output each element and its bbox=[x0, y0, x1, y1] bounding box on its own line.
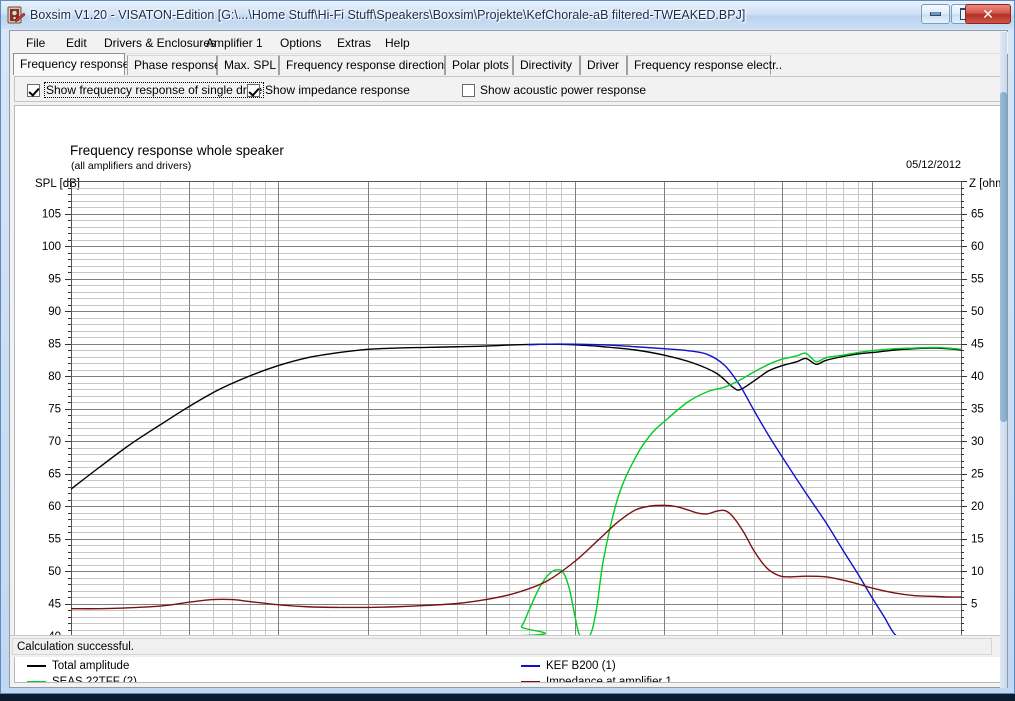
menu-item-options[interactable]: Options bbox=[275, 35, 326, 51]
y-tick-right: 55 bbox=[971, 274, 984, 286]
status-field: Calculation successful. bbox=[12, 638, 992, 655]
close-button[interactable]: ✕ bbox=[965, 4, 1011, 24]
y-tick-left: 55 bbox=[48, 534, 61, 546]
y-tick-left: 80 bbox=[48, 371, 61, 383]
boxsim-app-icon bbox=[7, 6, 25, 24]
axis-ticks bbox=[65, 181, 967, 641]
series-line-3 bbox=[71, 504, 961, 610]
y-tick-left: 100 bbox=[42, 241, 61, 253]
tab-max-spl[interactable]: Max. SPL bbox=[217, 55, 279, 75]
y-tick-left: 105 bbox=[42, 209, 61, 221]
menu-bar: File Edit Drivers & Enclosures Amplifier 1O… bbox=[11, 32, 1008, 54]
checkbox-0-checked[interactable] bbox=[27, 83, 40, 97]
minimize-icon bbox=[922, 5, 949, 23]
checkbox-row-2[interactable]: Show acoustic power response bbox=[462, 82, 646, 98]
menu-item-amplifier-1[interactable]: Amplifier 1 bbox=[201, 35, 268, 51]
grid-minor bbox=[71, 181, 961, 636]
checkbox-2-unchecked[interactable] bbox=[462, 83, 475, 97]
y-tick-right: 45 bbox=[971, 339, 984, 351]
y-tick-right: 10 bbox=[971, 566, 984, 578]
y-tick-left: 50 bbox=[48, 566, 61, 578]
y-tick-left: 60 bbox=[48, 501, 61, 513]
grid-major bbox=[71, 181, 962, 637]
tab-phase-response[interactable]: Phase response bbox=[127, 55, 221, 75]
tab-directivity[interactable]: Directivity bbox=[513, 55, 580, 75]
y-tick-right: 35 bbox=[971, 404, 984, 416]
y-tick-right: 60 bbox=[971, 241, 984, 253]
display-options-panel: Show frequency response of single drive S… bbox=[14, 76, 1004, 102]
menu-item-file[interactable]: File bbox=[21, 35, 50, 51]
y-tick-left: 65 bbox=[48, 469, 61, 481]
title-bar[interactable]: Boxsim V1.20 - VISATON-Edition [G:\...\H… bbox=[1, 1, 1014, 29]
y-tick-right: 50 bbox=[971, 306, 984, 318]
y-tick-right: 20 bbox=[971, 501, 984, 513]
checkbox-1-checked[interactable] bbox=[247, 83, 260, 97]
y-tick-left: 45 bbox=[48, 599, 61, 611]
minimize-button[interactable] bbox=[921, 4, 950, 24]
tab-strip: Frequency response. Phase response Max. SP… bbox=[11, 53, 1008, 75]
y-tick-right: 15 bbox=[971, 534, 984, 546]
y-tick-left: 70 bbox=[48, 436, 61, 448]
y-tick-right: 25 bbox=[971, 469, 984, 481]
y-tick-left: 75 bbox=[48, 404, 61, 416]
y-tick-right: 40 bbox=[971, 371, 984, 383]
y-tick-right: 30 bbox=[971, 436, 984, 448]
axis-tick-labels: 40 45 50 55 60 65 70 75 80 85 90 95 100 105 5 10 15 20 25 3… bbox=[42, 209, 984, 659]
close-icon: ✕ bbox=[982, 6, 994, 22]
tab-polar-plots[interactable]: Polar plots bbox=[445, 55, 513, 75]
status-bar: Calculation successful. bbox=[10, 635, 1007, 657]
y-tick-left: 90 bbox=[48, 306, 61, 318]
application-window: Boxsim V1.20 - VISATON-Edition [G:\...\H… bbox=[0, 0, 1015, 694]
window-title: Boxsim V1.20 - VISATON-Edition [G:\...\H… bbox=[30, 8, 746, 22]
status-message: Calculation successful. bbox=[17, 641, 134, 653]
frequency-response-chart: 40 45 50 55 60 65 70 75 80 85 90 95 100 105 5 10 15 20 25 3… bbox=[42, 181, 984, 659]
menu-item-extras[interactable]: Extras bbox=[332, 35, 376, 51]
vertical-scrollbar[interactable] bbox=[1000, 32, 1007, 688]
checkbox-label-1: Show impedance response bbox=[265, 83, 410, 97]
y-tick-right: 65 bbox=[971, 209, 984, 221]
data-series bbox=[71, 343, 961, 636]
checkbox-label-0: Show frequency response of single drive bbox=[43, 82, 265, 98]
checkbox-row-0[interactable]: Show frequency response of single drive bbox=[27, 82, 265, 98]
plot-panel[interactable]: Frequency response whole speaker (all am… bbox=[14, 105, 1004, 683]
client-area: File Edit Drivers & Enclosures Amplifier 1O… bbox=[9, 30, 1008, 688]
checkbox-label-2: Show acoustic power response bbox=[480, 83, 647, 97]
tab-frequency-response-electr[interactable]: Frequency response electr.. bbox=[627, 55, 782, 75]
tab-frequency-response[interactable]: Frequency response. bbox=[13, 53, 133, 75]
y-tick-left: 95 bbox=[48, 274, 61, 286]
checkbox-row-1[interactable]: Show impedance response bbox=[247, 82, 410, 98]
menu-item-edit[interactable]: Edit bbox=[61, 35, 92, 51]
y-tick-right: 5 bbox=[971, 599, 977, 611]
tab-frequency-response-directions[interactable]: Frequency response directions bbox=[279, 55, 450, 75]
tab-driver[interactable]: Driver bbox=[580, 55, 627, 75]
menu-item-help[interactable]: Help bbox=[380, 35, 415, 51]
scrollbar-thumb[interactable] bbox=[1000, 92, 1007, 422]
y-tick-left: 85 bbox=[48, 339, 61, 351]
